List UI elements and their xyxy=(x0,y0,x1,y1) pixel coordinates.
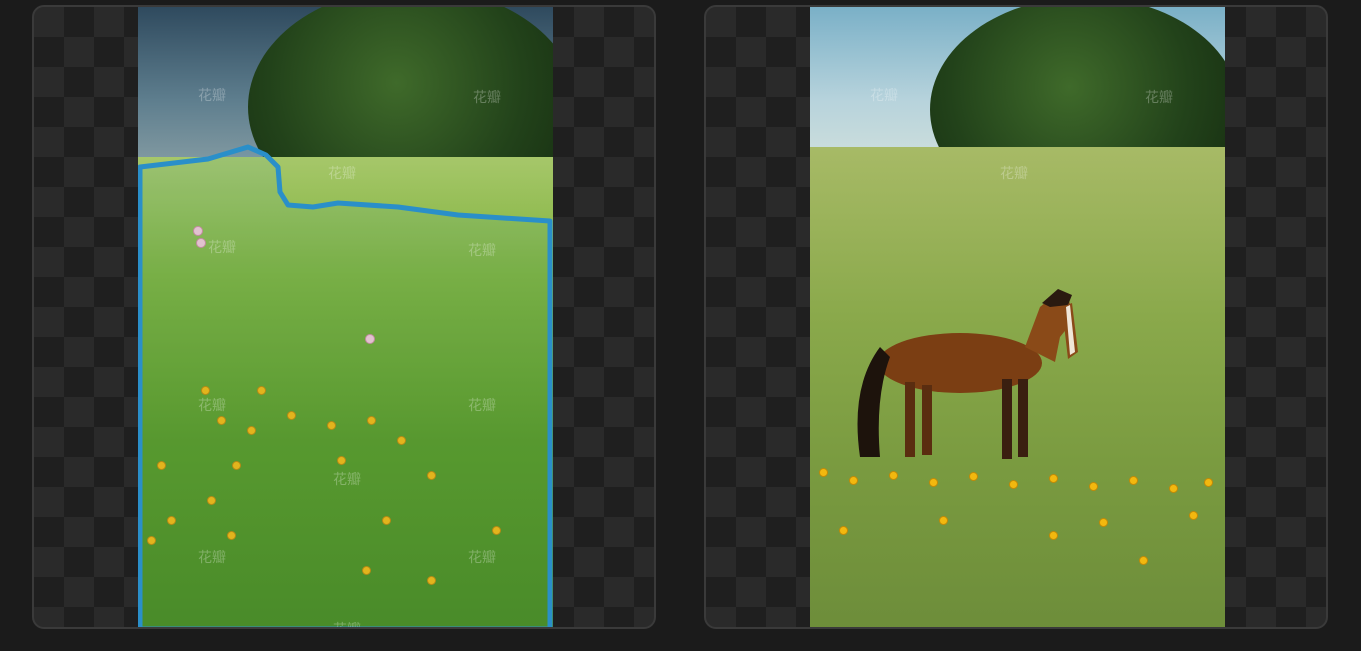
flower xyxy=(1100,519,1107,526)
watermark-logo-icon: 花瓣 xyxy=(333,619,361,627)
watermark-logo-icon: 花瓣 xyxy=(198,88,226,104)
watermark-logo-icon: 花瓣 xyxy=(468,243,496,259)
flower xyxy=(970,473,977,480)
flower xyxy=(1170,485,1177,492)
flower xyxy=(820,469,827,476)
flower xyxy=(1205,479,1212,486)
watermark-logo-icon: 花瓣 xyxy=(198,550,226,566)
flower xyxy=(1090,483,1097,490)
source-image-panel[interactable]: 花瓣 花瓣 花瓣 花瓣 花瓣 花瓣 花瓣 花瓣 花瓣 花瓣 花瓣 xyxy=(32,5,656,629)
flower xyxy=(1010,481,1017,488)
flower xyxy=(850,477,857,484)
flower xyxy=(1050,532,1057,539)
flower xyxy=(930,479,937,486)
flower xyxy=(1050,475,1057,482)
flower xyxy=(940,517,947,524)
watermark-logo-icon: 花瓣 xyxy=(333,472,361,488)
flower xyxy=(1190,512,1197,519)
watermark-logo-icon: 花瓣 xyxy=(468,550,496,566)
watermark-logo-icon: 花瓣 xyxy=(328,166,356,182)
result-image-panel[interactable]: 花瓣 花瓣 花瓣 xyxy=(704,5,1328,629)
flower xyxy=(840,527,847,534)
source-image[interactable]: 花瓣 花瓣 花瓣 花瓣 花瓣 花瓣 花瓣 花瓣 花瓣 花瓣 花瓣 xyxy=(138,7,553,627)
watermark-logo-icon: 花瓣 xyxy=(198,398,226,414)
watermark-logo-icon: 花瓣 xyxy=(1145,90,1173,106)
watermark-logo-icon: 花瓣 xyxy=(1000,166,1028,182)
flower xyxy=(1140,557,1147,564)
flower xyxy=(1130,477,1137,484)
flower xyxy=(890,472,897,479)
watermark-logo-icon: 花瓣 xyxy=(473,90,501,106)
result-image[interactable]: 花瓣 花瓣 花瓣 xyxy=(810,7,1225,627)
watermark-logo-icon: 花瓣 xyxy=(468,398,496,414)
watermark-logo-icon: 花瓣 xyxy=(870,88,898,104)
watermark-logo-icon: 花瓣 xyxy=(208,240,236,256)
